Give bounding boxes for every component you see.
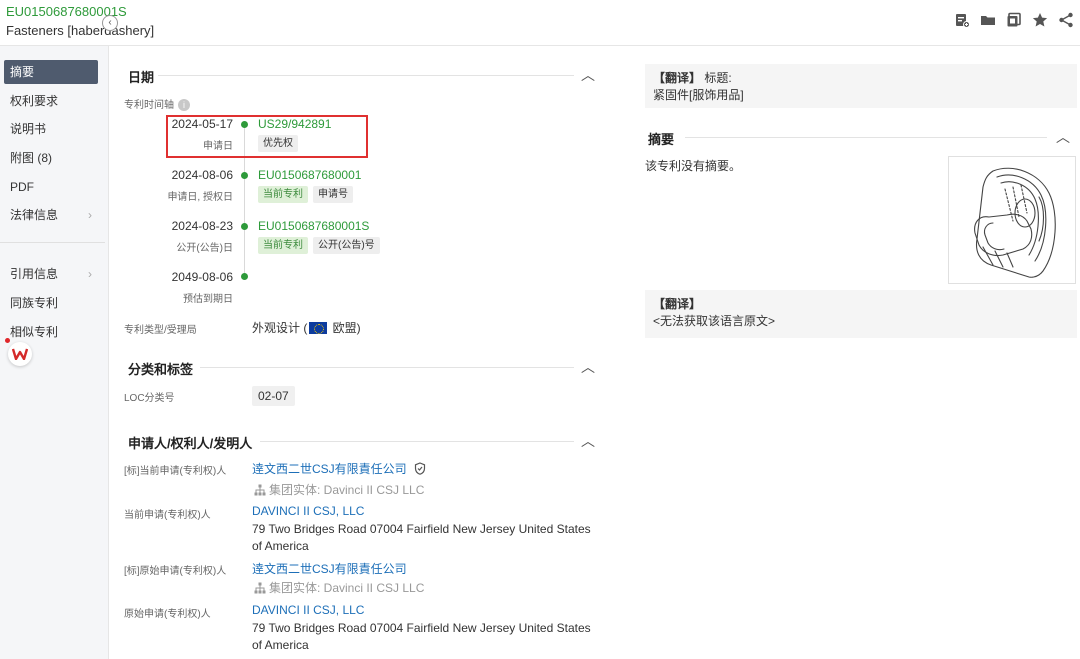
sidebar-item-description[interactable]: 说明书 xyxy=(4,117,98,141)
event-link[interactable]: EU0150687680001S xyxy=(258,219,369,233)
chevron-right-icon: › xyxy=(88,267,92,281)
abstract-heading: 摘要 xyxy=(648,132,675,147)
chevron-up-icon[interactable]: ︿ xyxy=(1056,127,1070,147)
folder-icon[interactable] xyxy=(980,12,996,28)
event-sub: 预估到期日 xyxy=(183,294,233,305)
sidebar-item-abstract[interactable]: 摘要 xyxy=(4,60,98,84)
divider xyxy=(260,441,574,442)
patent-drawing-image[interactable] xyxy=(948,156,1076,284)
group-entity: 集团实体: Davinci II CSJ LLC xyxy=(254,579,424,596)
type-value: 外观设计 ( 欧盟) xyxy=(252,321,361,335)
event-date: 2049-08-06 xyxy=(171,270,233,284)
info-icon[interactable]: i xyxy=(178,99,190,112)
star-icon[interactable] xyxy=(1032,12,1048,28)
chevron-up-icon[interactable]: ︿ xyxy=(581,65,595,85)
group-entity: 集团实体: Davinci II CSJ LLC xyxy=(254,481,424,498)
timeline-dot xyxy=(241,172,248,179)
party-address: 79 Two Bridges Road 07004 Fairfield New … xyxy=(252,621,591,652)
divider xyxy=(685,137,1047,138)
event-date: 2024-05-17 xyxy=(171,117,233,131)
header-bar: EU0150687680001S Fasteners [haberdashery… xyxy=(0,0,1080,46)
sidebar-item-pdf[interactable]: PDF xyxy=(4,175,98,199)
translate-tag: 【翻译】 xyxy=(653,297,702,311)
chevron-up-icon[interactable]: ︿ xyxy=(581,431,595,451)
party-label: [标]原始申请(专利权)人 xyxy=(124,566,227,577)
event-date: 2024-08-23 xyxy=(171,219,233,233)
translate-tag: 【翻译】 xyxy=(653,71,702,85)
party-label: [标]当前申请(专利权)人 xyxy=(124,466,227,477)
share-icon[interactable] xyxy=(1058,12,1074,28)
classification-heading: 分类和标签 xyxy=(128,362,194,377)
event-date: 2024-08-06 xyxy=(171,168,233,182)
event-sub: 申请日 xyxy=(203,141,233,152)
collapse-sidebar-icon[interactable]: ‹ xyxy=(102,15,118,31)
abstract-translation-box: 【翻译】 <无法获取该语言原文> xyxy=(645,290,1077,338)
title-translation-box: 【翻译】 标题: 紧固件[服饰用品] xyxy=(645,64,1077,108)
chevron-up-icon[interactable]: ︿ xyxy=(581,357,595,377)
eu-flag-icon xyxy=(309,322,328,334)
sidebar-nav: 摘要 权利要求 说明书 附图 (8) PDF 法律信息 › 引用信息 › 同族专利 … xyxy=(0,46,109,659)
timeline-dot xyxy=(241,121,248,128)
tag-priority: 优先权 xyxy=(258,135,298,152)
w-logo-icon[interactable] xyxy=(5,338,32,366)
sidebar-item-similar[interactable]: 相似专利 xyxy=(4,320,98,344)
patent-title: Fasteners [haberdashery] xyxy=(6,23,155,38)
toolbar xyxy=(954,12,1074,28)
translation-unavailable: <无法获取该语言原文> xyxy=(653,314,776,328)
party-label: 原始申请(专利权)人 xyxy=(124,609,211,620)
sidebar-item-claims[interactable]: 权利要求 xyxy=(4,89,98,113)
event-link[interactable]: US29/942891 xyxy=(258,117,331,131)
loc-value[interactable]: 02-07 xyxy=(252,386,295,406)
main-content: 日期 ︿ 专利时间轴 i 2024-05-17 申请日 US29/942891 优… xyxy=(110,46,620,659)
shield-icon xyxy=(414,462,426,475)
right-panel: 【翻译】 标题: 紧固件[服饰用品] 摘要 ︿ 该专利没有摘要。 【翻译】 <无… xyxy=(645,46,1080,659)
party-address: 79 Two Bridges Road 07004 Fairfield New … xyxy=(252,522,591,553)
sidebar-item-citations[interactable]: 引用信息 › xyxy=(4,262,98,286)
divider xyxy=(158,75,574,76)
dates-heading: 日期 xyxy=(128,70,155,85)
tag-current: 当前专利 xyxy=(258,237,308,254)
copy-icon[interactable] xyxy=(1006,12,1022,28)
divider xyxy=(200,367,574,368)
party-name-link[interactable]: 逹文西二世CSJ有限責任公司 xyxy=(252,460,426,477)
type-label: 专利类型/受理局 xyxy=(124,325,197,336)
tag-app-no: 申请号 xyxy=(313,186,353,203)
tag-pub-no: 公开(公告)号 xyxy=(313,237,380,254)
abstract-text: 该专利没有摘要。 xyxy=(645,159,742,173)
tag-current: 当前专利 xyxy=(258,186,308,203)
parties-heading: 申请人/权利人/发明人 xyxy=(128,436,253,451)
sidebar-item-family[interactable]: 同族专利 xyxy=(4,291,98,315)
party-name-link[interactable]: 逹文西二世CSJ有限責任公司 xyxy=(252,560,407,577)
sidebar-divider xyxy=(0,242,105,243)
event-sub: 申请日, 授权日 xyxy=(167,192,233,203)
party-name-link[interactable]: DAVINCI II CSJ, LLC xyxy=(252,603,364,617)
chevron-right-icon: › xyxy=(88,208,92,222)
party-label: 当前申请(专利权)人 xyxy=(124,510,211,521)
translated-title: 紧固件[服饰用品] xyxy=(653,88,744,102)
loc-label: LOC分类号 xyxy=(124,393,175,404)
timeline-label: 专利时间轴 i xyxy=(124,96,190,112)
org-tree-icon xyxy=(254,582,266,594)
add-note-icon[interactable] xyxy=(954,12,970,28)
event-link[interactable]: EU0150687680001 xyxy=(258,168,361,182)
sidebar-item-drawings[interactable]: 附图 (8) xyxy=(4,146,98,170)
notification-dot xyxy=(5,338,10,343)
sidebar-item-legal[interactable]: 法律信息 › xyxy=(4,203,98,227)
party-name-link[interactable]: DAVINCI II CSJ, LLC xyxy=(252,504,364,518)
event-sub: 公开(公告)日 xyxy=(176,243,233,254)
timeline-dot xyxy=(241,273,248,280)
timeline-dot xyxy=(241,223,248,230)
org-tree-icon xyxy=(254,484,266,496)
